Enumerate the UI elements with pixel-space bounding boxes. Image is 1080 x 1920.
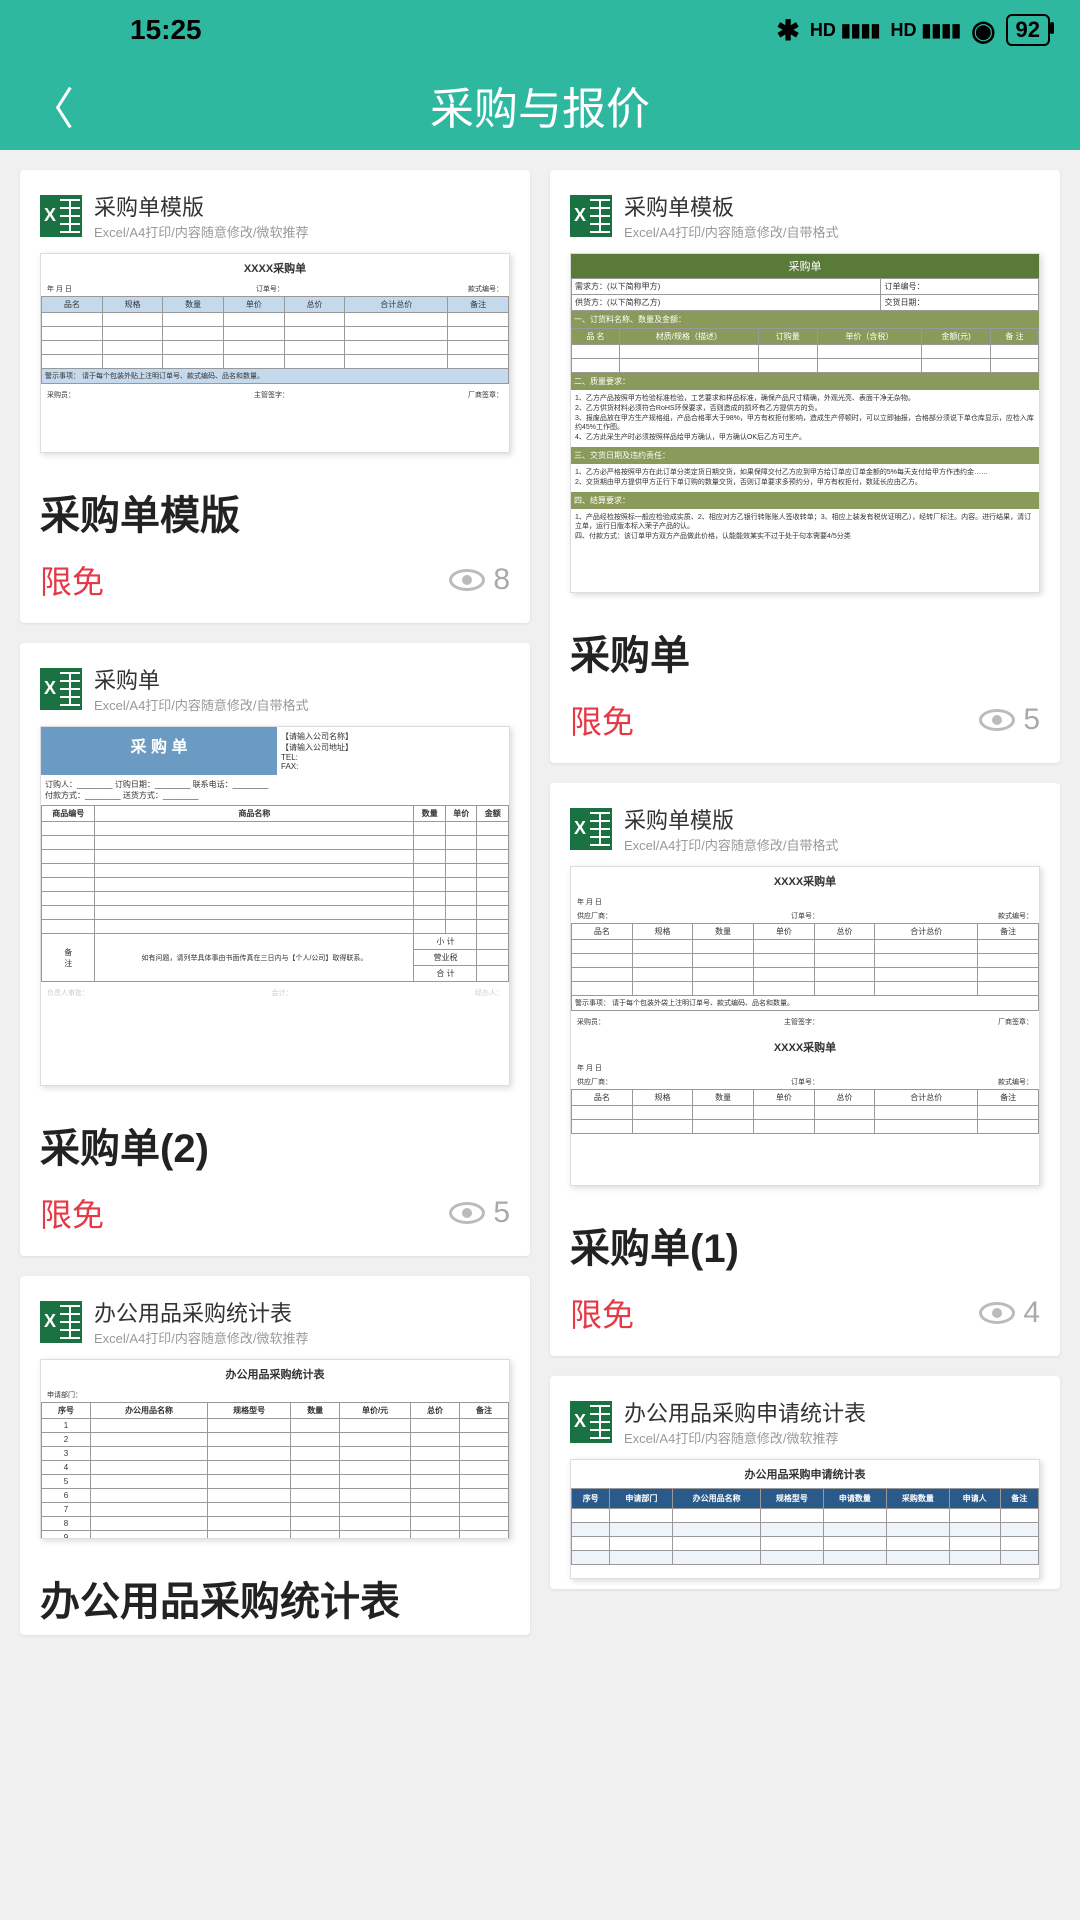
thumb-subtitle: Excel/A4打印/内容随意修改/自带格式 <box>94 695 309 714</box>
card-title: 采购单模版 <box>20 463 530 549</box>
view-count: 5 <box>449 1196 510 1230</box>
card-title: 采购单(1) <box>550 1196 1060 1282</box>
back-button[interactable]: 〈 <box>30 73 74 137</box>
battery-icon: 92 <box>1006 14 1050 46</box>
thumb-subtitle: Excel/A4打印/内容随意修改/微软推荐 <box>94 222 309 241</box>
template-card[interactable]: 办公用品采购申请统计表 Excel/A4打印/内容随意修改/微软推荐 办公用品采… <box>550 1376 1060 1589</box>
document-preview: XXXX采购单 年 月 日 供应厂商：订单号：款式编号： 品名规格数量单价总价合… <box>570 866 1040 1186</box>
thumb-title: 采购单 <box>94 663 309 695</box>
status-bar: 15:25 ✱ HD ▮▮▮▮ HD ▮▮▮▮ ◉ 92 <box>0 0 1080 60</box>
document-preview: 采 购 单 【请输入公司名称】【请输入公司地址】TEL:FAX: 订购人：___… <box>40 726 510 1086</box>
price-tag: 限免 <box>570 697 634 743</box>
thumb-subtitle: Excel/A4打印/内容随意修改/微软推荐 <box>94 1328 309 1347</box>
card-thumbnail: 办公用品采购申请统计表 Excel/A4打印/内容随意修改/微软推荐 办公用品采… <box>550 1376 1060 1589</box>
app-header: 〈 采购与报价 <box>0 60 1080 150</box>
excel-icon <box>40 668 82 710</box>
price-tag: 限免 <box>40 557 104 603</box>
eye-icon <box>979 1302 1015 1324</box>
card-thumbnail: 采购单模板 Excel/A4打印/内容随意修改/自带格式 采购单 需求方：(以下… <box>550 170 1060 603</box>
thumb-subtitle: Excel/A4打印/内容随意修改/自带格式 <box>624 835 839 854</box>
signal-icon-2: HD ▮▮▮▮ <box>890 20 961 41</box>
excel-icon <box>570 1401 612 1443</box>
price-tag: 限免 <box>570 1290 634 1336</box>
status-time: 15:25 <box>130 14 202 46</box>
document-preview: 采购单 需求方：(以下简称甲方)订单编号： 供货方：(以下简称乙方)交货日期： … <box>570 253 1040 593</box>
thumb-subtitle: Excel/A4打印/内容随意修改/微软推荐 <box>624 1428 866 1447</box>
excel-icon <box>40 195 82 237</box>
thumb-title: 办公用品采购统计表 <box>94 1296 309 1328</box>
grid-column-left: 采购单模版 Excel/A4打印/内容随意修改/微软推荐 XXXX采购单 年 月… <box>20 170 530 1900</box>
template-card[interactable]: 采购单模版 Excel/A4打印/内容随意修改/自带格式 XXXX采购单 年 月… <box>550 783 1060 1356</box>
card-title: 办公用品采购统计表 <box>20 1549 530 1635</box>
card-thumbnail: 采购单 Excel/A4打印/内容随意修改/自带格式 采 购 单 【请输入公司名… <box>20 643 530 1096</box>
excel-icon <box>570 195 612 237</box>
card-title: 采购单 <box>550 603 1060 689</box>
eye-icon <box>449 569 485 591</box>
thumb-title: 采购单模版 <box>624 803 839 835</box>
document-preview: 办公用品采购统计表 申请部门： 序号办公用品名称规格型号数量单价/元总价备注 1… <box>40 1359 510 1539</box>
page-title: 采购与报价 <box>430 73 650 137</box>
template-grid: 采购单模版 Excel/A4打印/内容随意修改/微软推荐 XXXX采购单 年 月… <box>0 150 1080 1920</box>
card-thumbnail: 采购单模版 Excel/A4打印/内容随意修改/微软推荐 XXXX采购单 年 月… <box>20 170 530 463</box>
document-preview: XXXX采购单 年 月 日订单号：款式编号： 品名规格数量单价总价合计总价备注 … <box>40 253 510 453</box>
thumb-title: 采购单模板 <box>624 190 839 222</box>
template-card[interactable]: 采购单模版 Excel/A4打印/内容随意修改/微软推荐 XXXX采购单 年 月… <box>20 170 530 623</box>
thumb-title: 采购单模版 <box>94 190 309 222</box>
thumb-subtitle: Excel/A4打印/内容随意修改/自带格式 <box>624 222 839 241</box>
wifi-icon: ◉ <box>971 14 995 47</box>
eye-icon <box>979 709 1015 731</box>
price-tag: 限免 <box>40 1190 104 1236</box>
excel-icon <box>570 808 612 850</box>
document-preview: 办公用品采购申请统计表 序号申请部门办公用品名称规格型号申请数量采购数量申请人备… <box>570 1459 1040 1579</box>
card-thumbnail: 办公用品采购统计表 Excel/A4打印/内容随意修改/微软推荐 办公用品采购统… <box>20 1276 530 1549</box>
template-card[interactable]: 办公用品采购统计表 Excel/A4打印/内容随意修改/微软推荐 办公用品采购统… <box>20 1276 530 1635</box>
excel-icon <box>40 1301 82 1343</box>
view-count: 4 <box>979 1296 1040 1330</box>
bluetooth-icon: ✱ <box>776 14 799 47</box>
grid-column-right: 采购单模板 Excel/A4打印/内容随意修改/自带格式 采购单 需求方：(以下… <box>550 170 1060 1900</box>
view-count: 8 <box>449 563 510 597</box>
template-card[interactable]: 采购单模板 Excel/A4打印/内容随意修改/自带格式 采购单 需求方：(以下… <box>550 170 1060 763</box>
signal-icon: HD ▮▮▮▮ <box>810 20 881 41</box>
template-card[interactable]: 采购单 Excel/A4打印/内容随意修改/自带格式 采 购 单 【请输入公司名… <box>20 643 530 1256</box>
view-count: 5 <box>979 703 1040 737</box>
card-title: 采购单(2) <box>20 1096 530 1182</box>
card-thumbnail: 采购单模版 Excel/A4打印/内容随意修改/自带格式 XXXX采购单 年 月… <box>550 783 1060 1196</box>
thumb-title: 办公用品采购申请统计表 <box>624 1396 866 1428</box>
status-indicators: ✱ HD ▮▮▮▮ HD ▮▮▮▮ ◉ 92 <box>776 14 1050 47</box>
eye-icon <box>449 1202 485 1224</box>
